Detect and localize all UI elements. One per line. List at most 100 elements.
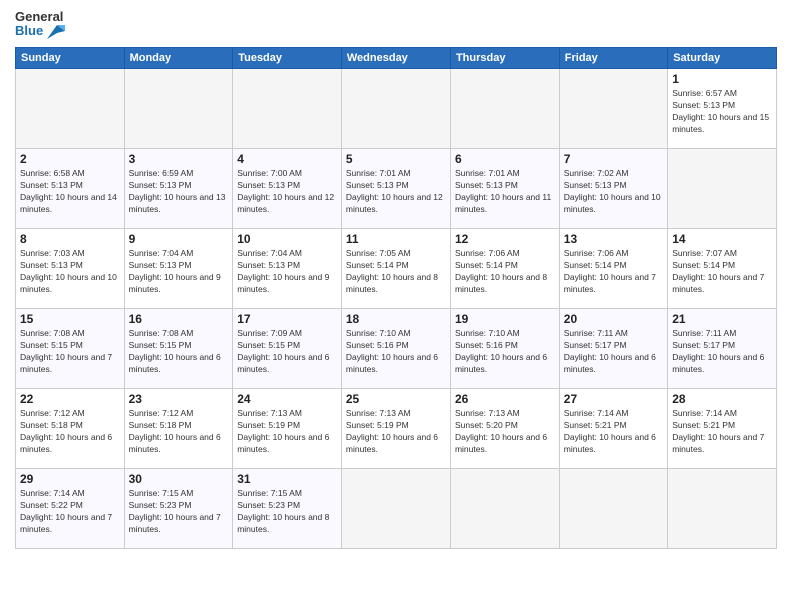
day-of-week-header: Sunday <box>16 47 125 68</box>
day-info: Sunrise: 7:14 AMSunset: 5:21 PMDaylight:… <box>672 408 772 456</box>
calendar-day-cell <box>559 468 667 548</box>
day-info: Sunrise: 7:12 AMSunset: 5:18 PMDaylight:… <box>20 408 120 456</box>
day-info: Sunrise: 7:03 AMSunset: 5:13 PMDaylight:… <box>20 248 120 296</box>
calendar-day-cell <box>341 68 450 148</box>
calendar-day-cell: 2 Sunrise: 6:58 AMSunset: 5:13 PMDaylight… <box>16 148 125 228</box>
day-number: 28 <box>672 392 772 406</box>
calendar-day-cell: 9 Sunrise: 7:04 AMSunset: 5:13 PMDaylight… <box>124 228 233 308</box>
day-info: Sunrise: 6:58 AMSunset: 5:13 PMDaylight:… <box>20 168 120 216</box>
day-info: Sunrise: 7:06 AMSunset: 5:14 PMDaylight:… <box>455 248 555 296</box>
logo-general: General <box>15 10 65 24</box>
calendar-day-cell: 19Sunrise: 7:10 AMSunset: 5:16 PMDayligh… <box>450 308 559 388</box>
calendar-day-cell <box>668 148 777 228</box>
day-number: 30 <box>129 472 229 486</box>
calendar-day-cell: 28 Sunrise: 7:14 AMSunset: 5:21 PMDayligh… <box>668 388 777 468</box>
day-info: Sunrise: 7:13 AMSunset: 5:19 PMDaylight:… <box>346 408 446 456</box>
day-number: 21 <box>672 312 772 326</box>
logo-bird-icon <box>47 25 65 39</box>
calendar-page: General Blue SundayMondayTuesdayWednesda… <box>0 0 792 612</box>
day-info: Sunrise: 7:14 AMSunset: 5:22 PMDaylight:… <box>20 488 120 536</box>
day-number: 15 <box>20 312 120 326</box>
day-number: 27 <box>564 392 663 406</box>
day-info: Sunrise: 7:13 AMSunset: 5:19 PMDaylight:… <box>237 408 337 456</box>
day-info: Sunrise: 7:15 AMSunset: 5:23 PMDaylight:… <box>129 488 229 536</box>
day-number: 17 <box>237 312 337 326</box>
calendar-week-row: 2 Sunrise: 6:58 AMSunset: 5:13 PMDaylight… <box>16 148 777 228</box>
calendar-header: SundayMondayTuesdayWednesdayThursdayFrid… <box>16 47 777 68</box>
day-number: 9 <box>129 232 229 246</box>
day-info: Sunrise: 7:11 AMSunset: 5:17 PMDaylight:… <box>564 328 663 376</box>
calendar-day-cell: 5 Sunrise: 7:01 AMSunset: 5:13 PMDaylight… <box>341 148 450 228</box>
day-info: Sunrise: 7:09 AMSunset: 5:15 PMDaylight:… <box>237 328 337 376</box>
calendar-week-row: 1Sunrise: 6:57 AMSunset: 5:13 PMDaylight… <box>16 68 777 148</box>
day-info: Sunrise: 7:14 AMSunset: 5:21 PMDaylight:… <box>564 408 663 456</box>
day-number: 22 <box>20 392 120 406</box>
day-number: 29 <box>20 472 120 486</box>
day-number: 12 <box>455 232 555 246</box>
calendar-day-cell: 21 Sunrise: 7:11 AMSunset: 5:17 PMDayligh… <box>668 308 777 388</box>
day-number: 2 <box>20 152 120 166</box>
calendar-day-cell: 31Sunrise: 7:15 AMSunset: 5:23 PMDayligh… <box>233 468 342 548</box>
day-info: Sunrise: 7:05 AMSunset: 5:14 PMDaylight:… <box>346 248 446 296</box>
calendar-day-cell: 4Sunrise: 7:00 AMSunset: 5:13 PMDaylight… <box>233 148 342 228</box>
calendar-day-cell: 25 Sunrise: 7:13 AMSunset: 5:19 PMDayligh… <box>341 388 450 468</box>
calendar-day-cell <box>450 468 559 548</box>
calendar-day-cell <box>16 68 125 148</box>
day-info: Sunrise: 7:07 AMSunset: 5:14 PMDaylight:… <box>672 248 772 296</box>
calendar-day-cell: 12 Sunrise: 7:06 AMSunset: 5:14 PMDayligh… <box>450 228 559 308</box>
day-info: Sunrise: 6:57 AMSunset: 5:13 PMDaylight:… <box>672 88 772 136</box>
calendar-day-cell: 22 Sunrise: 7:12 AMSunset: 5:18 PMDayligh… <box>16 388 125 468</box>
day-info: Sunrise: 7:15 AMSunset: 5:23 PMDaylight:… <box>237 488 337 536</box>
logo: General Blue <box>15 10 65 39</box>
day-number: 16 <box>129 312 229 326</box>
day-info: Sunrise: 7:02 AMSunset: 5:13 PMDaylight:… <box>564 168 663 216</box>
day-info: Sunrise: 7:12 AMSunset: 5:18 PMDaylight:… <box>129 408 229 456</box>
logo-blue: Blue <box>15 24 65 39</box>
calendar-day-cell: 27 Sunrise: 7:14 AMSunset: 5:21 PMDayligh… <box>559 388 667 468</box>
day-number: 5 <box>346 152 446 166</box>
day-info: Sunrise: 7:06 AMSunset: 5:14 PMDaylight:… <box>564 248 663 296</box>
day-of-week-header: Friday <box>559 47 667 68</box>
calendar-day-cell <box>450 68 559 148</box>
day-number: 23 <box>129 392 229 406</box>
day-info: Sunrise: 7:10 AMSunset: 5:16 PMDaylight:… <box>346 328 446 376</box>
calendar-day-cell: 29 Sunrise: 7:14 AMSunset: 5:22 PMDayligh… <box>16 468 125 548</box>
day-of-week-header: Saturday <box>668 47 777 68</box>
day-of-week-header: Tuesday <box>233 47 342 68</box>
day-info: Sunrise: 7:11 AMSunset: 5:17 PMDaylight:… <box>672 328 772 376</box>
calendar-day-cell: 11Sunrise: 7:05 AMSunset: 5:14 PMDayligh… <box>341 228 450 308</box>
calendar-day-cell: 14 Sunrise: 7:07 AMSunset: 5:14 PMDayligh… <box>668 228 777 308</box>
calendar-day-cell <box>341 468 450 548</box>
calendar-day-cell: 30 Sunrise: 7:15 AMSunset: 5:23 PMDayligh… <box>124 468 233 548</box>
calendar-day-cell: 16 Sunrise: 7:08 AMSunset: 5:15 PMDayligh… <box>124 308 233 388</box>
day-of-week-header: Monday <box>124 47 233 68</box>
calendar-day-cell <box>233 68 342 148</box>
day-info: Sunrise: 6:59 AMSunset: 5:13 PMDaylight:… <box>129 168 229 216</box>
calendar-day-cell: 15Sunrise: 7:08 AMSunset: 5:15 PMDayligh… <box>16 308 125 388</box>
day-number: 13 <box>564 232 663 246</box>
day-number: 19 <box>455 312 555 326</box>
calendar-week-row: 15 Sunrise: 7:08 AMSunset: 5:15 PMDayligh… <box>16 308 777 388</box>
day-number: 10 <box>237 232 337 246</box>
day-number: 3 <box>129 152 229 166</box>
calendar-body: 1Sunrise: 6:57 AMSunset: 5:13 PMDaylight… <box>16 68 777 548</box>
day-info: Sunrise: 7:04 AMSunset: 5:13 PMDaylight:… <box>129 248 229 296</box>
calendar-day-cell: 1Sunrise: 6:57 AMSunset: 5:13 PMDaylight… <box>668 68 777 148</box>
logo-container: General Blue <box>15 10 65 39</box>
day-number: 25 <box>346 392 446 406</box>
calendar-day-cell: 24Sunrise: 7:13 AMSunset: 5:19 PMDayligh… <box>233 388 342 468</box>
calendar-day-cell: 8Sunrise: 7:03 AMSunset: 5:13 PMDaylight… <box>16 228 125 308</box>
calendar-day-cell <box>668 468 777 548</box>
day-info: Sunrise: 7:13 AMSunset: 5:20 PMDaylight:… <box>455 408 555 456</box>
day-of-week-header: Thursday <box>450 47 559 68</box>
calendar-day-cell: 23 Sunrise: 7:12 AMSunset: 5:18 PMDayligh… <box>124 388 233 468</box>
calendar-week-row: 29 Sunrise: 7:14 AMSunset: 5:22 PMDayligh… <box>16 468 777 548</box>
day-number: 7 <box>564 152 663 166</box>
day-number: 4 <box>237 152 337 166</box>
day-info: Sunrise: 7:04 AMSunset: 5:13 PMDaylight:… <box>237 248 337 296</box>
calendar-week-row: 8Sunrise: 7:03 AMSunset: 5:13 PMDaylight… <box>16 228 777 308</box>
day-number: 20 <box>564 312 663 326</box>
day-number: 14 <box>672 232 772 246</box>
day-info: Sunrise: 7:01 AMSunset: 5:13 PMDaylight:… <box>346 168 446 216</box>
day-info: Sunrise: 7:08 AMSunset: 5:15 PMDaylight:… <box>129 328 229 376</box>
